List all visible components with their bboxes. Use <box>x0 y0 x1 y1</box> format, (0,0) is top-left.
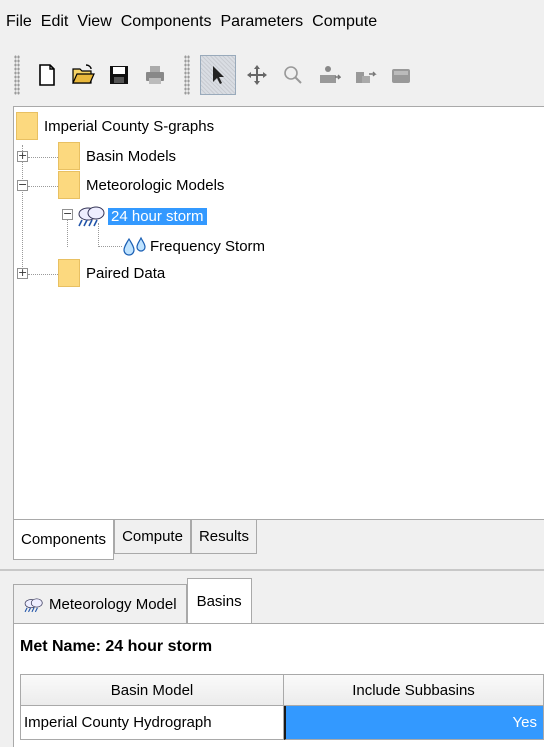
menu-bar: File Edit View Components Parameters Com… <box>0 0 544 44</box>
select-tool-button[interactable] <box>200 55 236 95</box>
tree-item-meteorologic-models[interactable]: Meteorologic Models <box>58 171 225 199</box>
cell-include-subbasins[interactable]: Yes <box>284 706 544 740</box>
toolbar-grip[interactable] <box>14 55 20 95</box>
add-element-icon <box>320 66 341 83</box>
tree-connector <box>28 186 58 187</box>
tree-connector <box>22 145 23 275</box>
tree-connector <box>28 157 58 158</box>
tree-item-label: Frequency Storm <box>150 237 266 255</box>
splitter[interactable] <box>0 569 544 571</box>
new-file-icon <box>39 64 55 86</box>
storm-cloud-icon <box>78 206 105 227</box>
tree-item-basin-models[interactable]: Basin Models <box>58 142 177 170</box>
cell-basin-model: Imperial County Hydrograph <box>20 706 284 740</box>
add-reach-icon <box>356 71 377 83</box>
new-file-button[interactable] <box>32 60 62 90</box>
save-button[interactable] <box>104 60 134 90</box>
column-header-basin-model[interactable]: Basin Model <box>20 674 284 706</box>
folder-icon <box>58 142 80 170</box>
tree-item-paired-data[interactable]: Paired Data <box>58 259 166 287</box>
zoom-tool-button[interactable] <box>278 60 308 90</box>
tree-item-24-hour-storm[interactable]: 24 hour storm <box>76 203 207 229</box>
storm-cloud-icon <box>24 597 43 612</box>
expand-icon[interactable]: + <box>17 267 28 279</box>
menu-file[interactable]: File <box>6 13 32 31</box>
met-name: Met Name: 24 hour storm <box>20 638 212 656</box>
add-sink-button[interactable] <box>386 60 416 90</box>
menu-components[interactable]: Components <box>121 13 212 31</box>
tab-basins[interactable]: Basins <box>186 578 252 624</box>
add-reach-button[interactable] <box>350 60 380 90</box>
raindrops-icon <box>123 236 146 256</box>
zoom-icon <box>284 66 302 84</box>
tree-item-label: Imperial County S-graphs <box>44 117 215 135</box>
pan-tool-button[interactable] <box>242 60 272 90</box>
tab-meteorology-model[interactable]: Meteorology Model <box>13 584 187 624</box>
print-icon <box>146 66 164 84</box>
tab-label: Meteorology Model <box>49 596 177 613</box>
column-header-include-subbasins[interactable]: Include Subbasins <box>284 674 544 706</box>
select-arrow-icon <box>213 66 224 84</box>
add-sink-icon <box>392 69 410 83</box>
open-folder-icon <box>72 64 95 84</box>
tree-item-frequency-storm[interactable]: Frequency Storm <box>122 233 265 259</box>
met-name-value: 24 hour storm <box>105 638 213 655</box>
print-button[interactable] <box>140 60 170 90</box>
folder-icon <box>58 259 80 287</box>
menu-compute[interactable]: Compute <box>312 13 377 31</box>
menu-parameters[interactable]: Parameters <box>220 13 303 31</box>
tab-components[interactable]: Components <box>13 520 115 560</box>
editor-panel: Met Name: 24 hour storm Basin Model Incl… <box>13 623 544 747</box>
tab-label: Basins <box>196 593 242 610</box>
editor-tabs: Meteorology Model Basins <box>13 576 252 624</box>
tree-item-label: Basin Models <box>86 147 177 165</box>
toolbar-separator <box>184 55 190 95</box>
menu-view[interactable]: View <box>77 13 111 31</box>
tree-item-label: Meteorologic Models <box>86 176 225 194</box>
collapse-icon[interactable]: − <box>62 208 73 220</box>
tree-item-root[interactable]: Imperial County S-graphs <box>16 112 215 140</box>
table-header: Basin Model Include Subbasins <box>20 674 544 706</box>
open-button[interactable] <box>68 60 98 90</box>
collapse-icon[interactable]: − <box>17 179 28 191</box>
tree-item-label: 24 hour storm <box>108 207 207 225</box>
table-row: Imperial County Hydrograph Yes <box>20 706 544 740</box>
save-icon <box>110 66 128 84</box>
tree-connector <box>98 246 122 247</box>
met-name-label: Met Name: <box>20 638 101 655</box>
tree-item-label: Paired Data <box>86 264 166 282</box>
component-tree[interactable]: Imperial County S-graphs + Basin Models … <box>13 106 544 520</box>
folder-icon <box>16 112 38 140</box>
add-element-button[interactable] <box>314 60 344 90</box>
expand-icon[interactable]: + <box>17 150 28 162</box>
menu-edit[interactable]: Edit <box>41 13 69 31</box>
component-tabs: Components Compute Results <box>13 520 257 564</box>
tab-results[interactable]: Results <box>190 520 257 554</box>
tab-compute[interactable]: Compute <box>114 520 191 554</box>
toolbar <box>0 46 544 104</box>
tree-connector <box>28 274 58 275</box>
pan-icon <box>247 65 267 85</box>
folder-icon <box>58 171 80 199</box>
